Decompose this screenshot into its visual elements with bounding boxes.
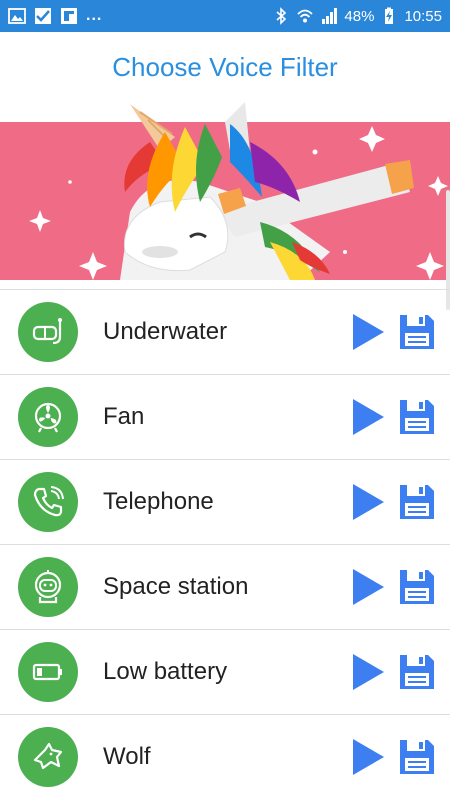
filter-row-wolf[interactable]: Wolf [0,714,450,799]
flipboard-icon [61,8,77,24]
image-icon [8,8,26,24]
filter-label: Low battery [103,658,228,685]
more-notifications: ... [86,7,103,24]
play-icon[interactable] [350,312,386,352]
astronaut-icon [18,557,78,617]
clock: 10:55 [404,7,442,25]
bluetooth-icon [276,7,287,25]
save-icon[interactable] [398,568,436,606]
status-bar: ... 48% 10:55 [0,0,450,32]
save-icon[interactable] [398,738,436,776]
save-icon[interactable] [398,398,436,436]
diving-mask-icon [18,302,78,362]
filter-label: Telephone [103,488,214,515]
wolf-icon [18,727,78,787]
play-icon[interactable] [350,482,386,522]
filter-row-low-battery[interactable]: Low battery [0,629,450,714]
low-battery-icon [18,642,78,702]
save-icon[interactable] [398,483,436,521]
phone-icon [18,472,78,532]
battery-percent: 48% [344,7,375,25]
filter-label: Wolf [103,743,151,770]
status-left: ... [8,7,102,25]
save-icon[interactable] [398,653,436,691]
check-icon [35,8,51,24]
filter-label: Underwater [103,318,228,345]
filter-row-telephone[interactable]: Telephone [0,459,450,544]
filter-label: Fan [103,403,145,430]
filter-row-underwater[interactable]: Underwater [0,289,450,374]
filter-row-fan[interactable]: Fan [0,374,450,459]
save-icon[interactable] [398,313,436,351]
unicorn-dab-illustration [0,102,450,280]
signal-icon [322,8,338,24]
play-icon[interactable] [350,397,386,437]
play-icon[interactable] [350,737,386,777]
voice-filter-list: Underwater Fan Telephone Space station L… [0,289,450,799]
filter-row-space-station[interactable]: Space station [0,544,450,629]
page-title: Choose Voice Filter [112,51,338,82]
fan-icon [18,387,78,447]
battery-charging-icon [385,7,394,24]
play-icon[interactable] [350,567,386,607]
filter-label: Space station [103,573,249,600]
status-right: 48% 10:55 [272,7,442,25]
wifi-icon [297,9,314,23]
banner-illustration [0,102,450,280]
play-icon[interactable] [350,652,386,692]
